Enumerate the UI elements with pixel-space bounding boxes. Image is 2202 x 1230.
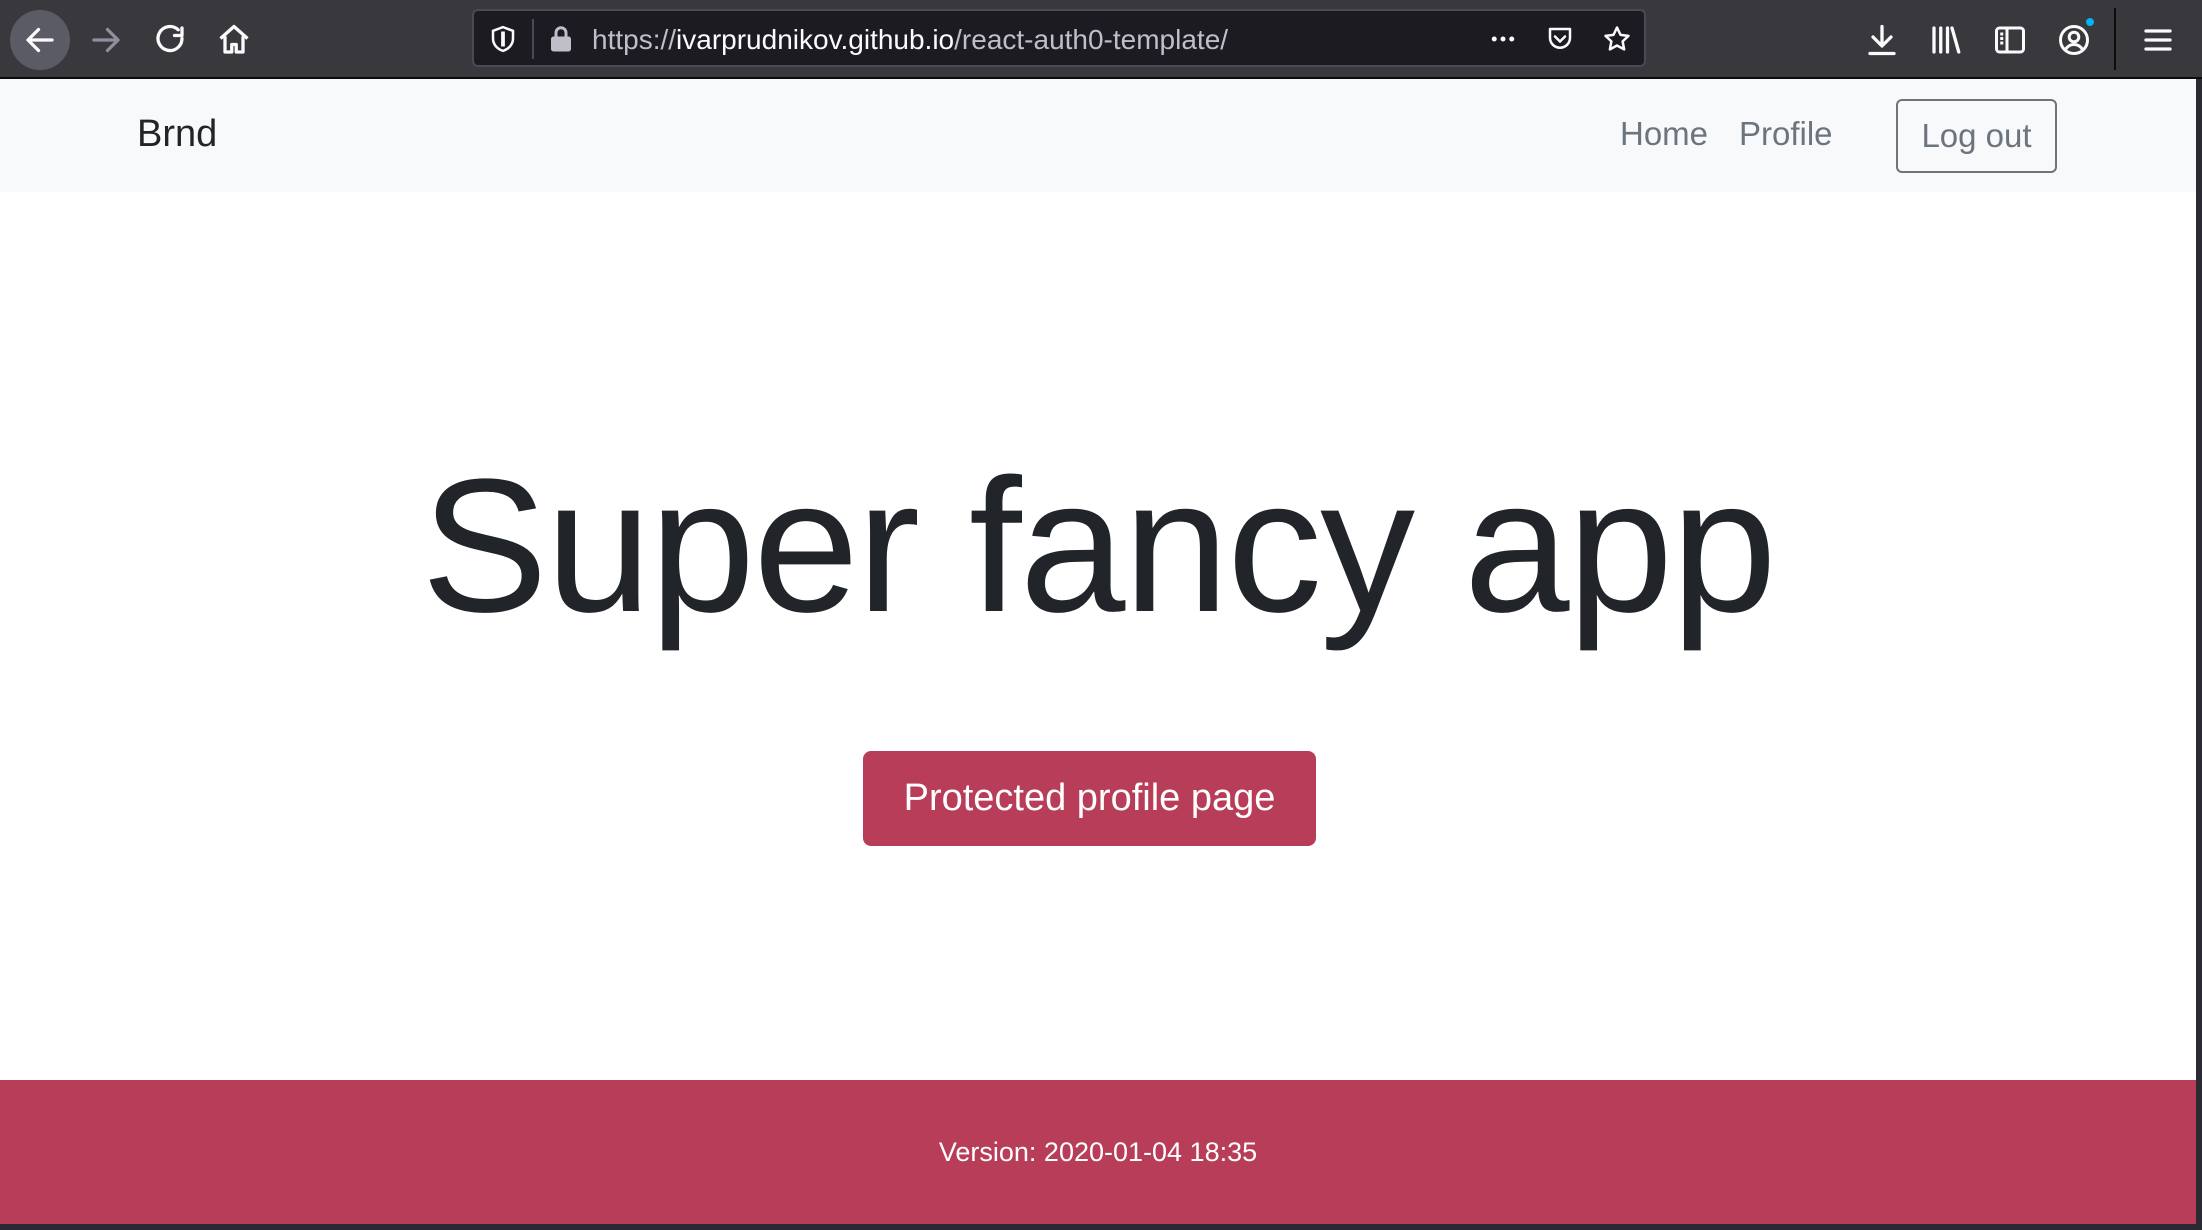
toolbar-separator — [2114, 8, 2116, 70]
more-horizontal-icon — [1491, 36, 1515, 42]
downloads-button[interactable] — [1852, 10, 1912, 70]
url-scheme: https:// — [592, 24, 677, 55]
shield-icon — [491, 25, 515, 53]
page-actions-button[interactable] — [1486, 22, 1520, 56]
address-bar[interactable]: https://ivarprudnikov.github.io/react-au… — [472, 9, 1646, 67]
web-page: Brnd Home Profile Log out Super fancy ap… — [0, 79, 2196, 1224]
lock-icon — [551, 26, 571, 52]
window-bottom-edge — [0, 1224, 2202, 1230]
sidebar-button[interactable] — [1980, 10, 2040, 70]
download-icon — [1868, 24, 1896, 56]
library-icon — [1932, 26, 1961, 54]
sidebar-icon — [1995, 26, 2025, 54]
pocket-button[interactable] — [1543, 22, 1577, 56]
star-icon — [1604, 26, 1630, 51]
arrow-left-icon — [26, 27, 54, 53]
logout-button[interactable]: Log out — [1896, 99, 2057, 173]
brand-link[interactable]: Brnd — [137, 112, 217, 156]
hero-title: Super fancy app — [421, 440, 1777, 652]
reload-icon — [156, 24, 184, 53]
url-separator — [532, 19, 534, 59]
version-text: Version: 2020-01-04 18:35 — [938, 1136, 1258, 1167]
bookmark-button[interactable] — [1600, 22, 1634, 56]
reload-button[interactable] — [140, 10, 200, 70]
forward-button[interactable] — [76, 10, 136, 70]
url-text[interactable]: https://ivarprudnikov.github.io/react-au… — [592, 23, 1228, 57]
site-footer: Version: 2020-01-04 18:35 — [0, 1080, 2196, 1224]
url-host: ivarprudnikov.github.io — [676, 24, 955, 55]
window-edge — [2196, 79, 2202, 1230]
arrow-right-icon — [92, 27, 120, 53]
url-path: /react-auth0-template/ — [954, 24, 1229, 55]
hamburger-menu-icon — [2144, 29, 2172, 51]
account-button[interactable] — [2044, 10, 2104, 70]
library-button[interactable] — [1916, 10, 1976, 70]
menu-button[interactable] — [2128, 10, 2188, 70]
home-button[interactable] — [204, 10, 264, 70]
home-icon — [219, 24, 249, 54]
back-button[interactable] — [10, 10, 70, 70]
pocket-icon — [1548, 27, 1572, 49]
tracking-protection-button[interactable] — [486, 22, 520, 56]
browser-toolbar: https://ivarprudnikov.github.io/react-au… — [0, 0, 2202, 79]
site-info-button[interactable] — [544, 22, 578, 56]
protected-profile-button[interactable]: Protected profile page — [863, 751, 1316, 846]
site-navbar: Brnd Home Profile Log out — [0, 79, 2196, 192]
nav-link-profile[interactable]: Profile — [1739, 114, 1833, 154]
nav-link-home[interactable]: Home — [1620, 114, 1708, 154]
notification-dot — [2084, 16, 2096, 28]
